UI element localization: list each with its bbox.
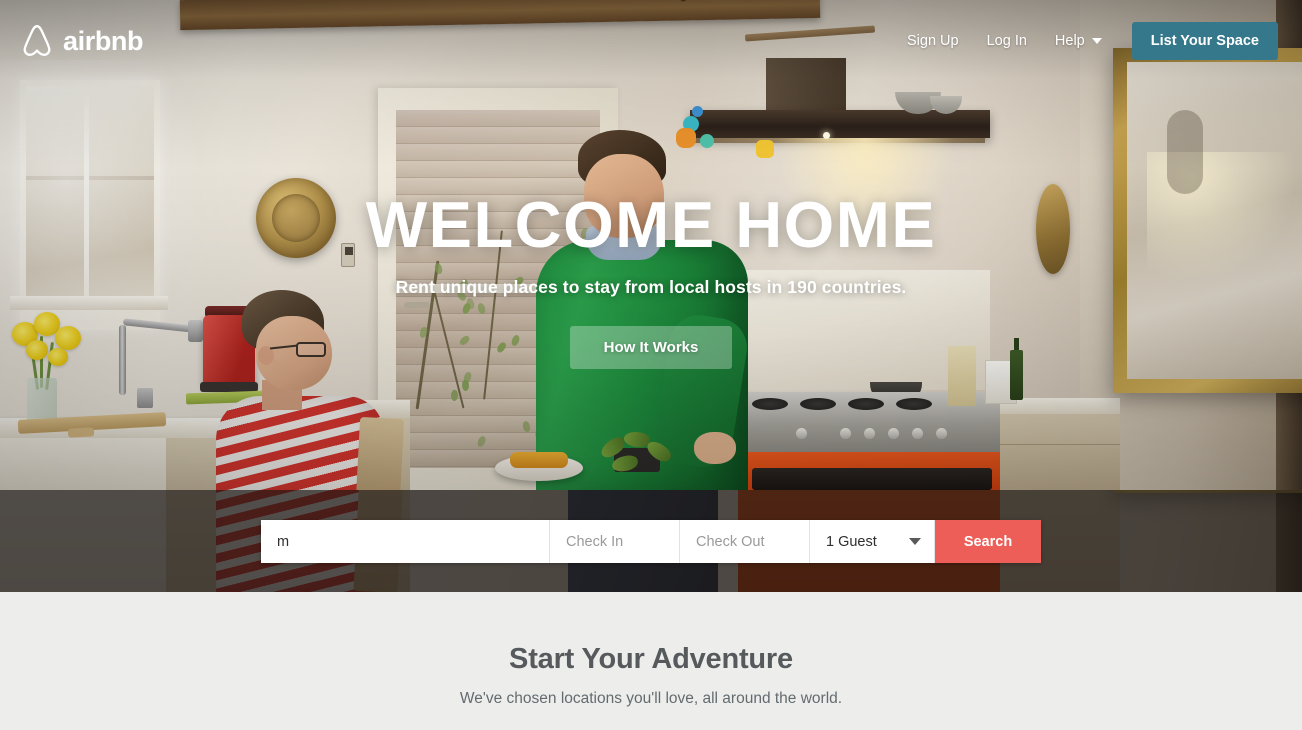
logo-wordmark: airbnb: [63, 28, 143, 55]
airbnb-homepage: airbnb Sign Up Log In Help List Your Spa…: [0, 0, 1302, 730]
chevron-down-icon: [1092, 38, 1102, 44]
nav-sign-up-label: Sign Up: [907, 33, 959, 49]
adventure-subtitle: We've chosen locations you'll love, all …: [460, 690, 842, 708]
nav-sign-up[interactable]: Sign Up: [893, 25, 973, 57]
nav-help[interactable]: Help: [1041, 25, 1116, 57]
search-location-input[interactable]: [261, 520, 550, 563]
airbnb-logo[interactable]: airbnb: [20, 23, 143, 59]
nav-log-in[interactable]: Log In: [973, 25, 1041, 57]
main-nav: Sign Up Log In Help List Your Space: [893, 22, 1278, 60]
chevron-down-icon: [909, 538, 921, 545]
nav-log-in-label: Log In: [987, 33, 1027, 49]
search-button[interactable]: Search: [935, 520, 1041, 563]
airbnb-belo-icon: [20, 23, 54, 59]
guests-dropdown[interactable]: 1 Guest: [810, 520, 935, 563]
adventure-title: Start Your Adventure: [509, 643, 793, 676]
check-out-input[interactable]: [680, 520, 810, 563]
start-your-adventure-section: Start Your Adventure We've chosen locati…: [0, 592, 1302, 730]
how-it-works-button[interactable]: How It Works: [570, 326, 733, 369]
hero-title: WELCOME HOME: [366, 192, 936, 257]
nav-help-label: Help: [1055, 33, 1085, 49]
guests-value: 1 Guest: [826, 534, 877, 550]
check-in-input[interactable]: [550, 520, 680, 563]
search-bar: 1 Guest Search: [261, 520, 1041, 563]
site-header: airbnb Sign Up Log In Help List Your Spa…: [0, 0, 1302, 82]
hero-subtitle: Rent unique places to stay from local ho…: [396, 277, 907, 298]
list-your-space-button[interactable]: List Your Space: [1132, 22, 1278, 60]
